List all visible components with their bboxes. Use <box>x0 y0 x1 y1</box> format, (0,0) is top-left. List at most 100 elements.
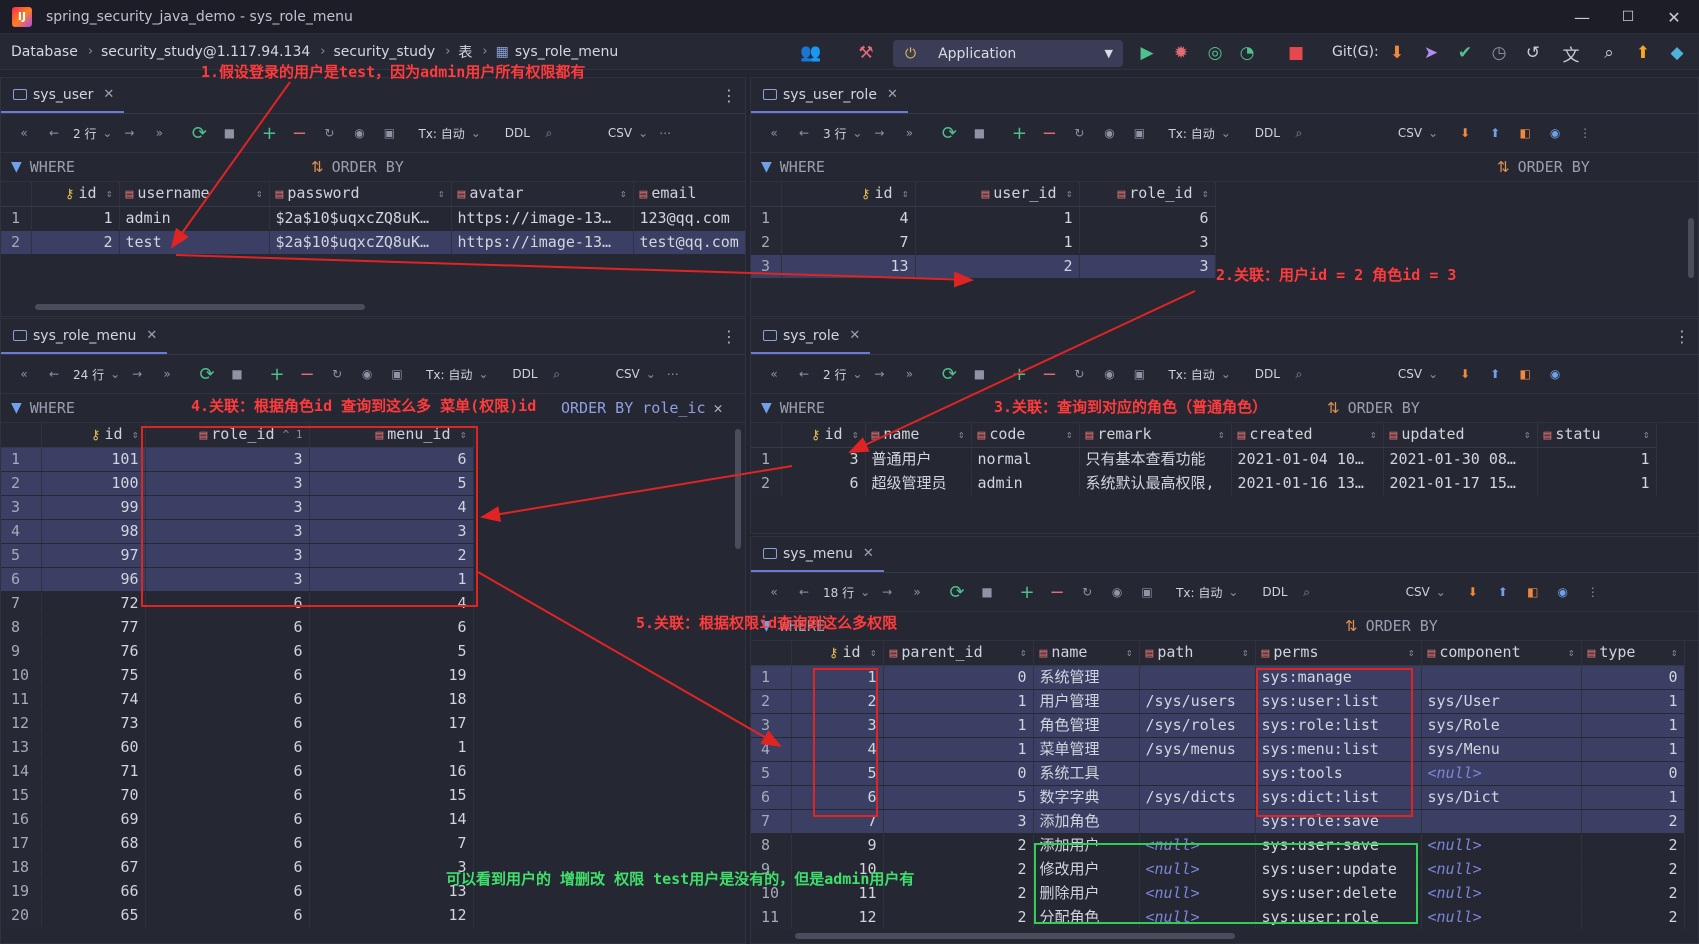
upload-icon[interactable]: ⬆ <box>1480 121 1510 145</box>
cell-component[interactable]: <null> <box>1421 881 1582 906</box>
table-row[interactable]: 10 75 6 19 <box>1 663 474 688</box>
sort-icon[interactable]: ⇕ <box>1671 641 1678 664</box>
revert-icon[interactable]: ↻ <box>314 121 344 145</box>
stop-icon[interactable]: ■ <box>964 121 994 145</box>
close-icon[interactable]: ✕ <box>863 546 874 561</box>
cell-name[interactable]: 系统工具 <box>1033 761 1140 786</box>
delete-row-icon[interactable]: − <box>292 362 322 386</box>
history-icon[interactable]: ◷ <box>1488 42 1510 64</box>
rows-count-select[interactable]: 2 行 <box>819 362 850 386</box>
cell-name[interactable]: 数字字典 <box>1033 785 1140 810</box>
last-page-icon[interactable]: » <box>152 362 182 386</box>
cell-user-id[interactable]: 1 <box>915 206 1080 231</box>
cell-remark[interactable]: 系统默认最高权限, <box>1079 471 1232 496</box>
tab-sys-user-role[interactable]: sys_user_role ✕ <box>751 78 908 113</box>
search-icon[interactable]: ⌕ <box>534 121 564 145</box>
cell-id[interactable]: 97 <box>41 543 146 568</box>
stop-icon[interactable]: ■ <box>214 121 244 145</box>
csv-select[interactable]: CSV <box>1402 580 1434 604</box>
col-header-email[interactable]: ▤ email <box>633 182 745 207</box>
stop-icon[interactable]: ■ <box>1285 42 1307 64</box>
cell-id[interactable]: 9 <box>791 833 884 858</box>
sort-icon[interactable]: ⇕ <box>902 182 909 205</box>
sort-icon[interactable]: ⇕ <box>1066 182 1073 205</box>
cell-parent-id[interactable]: 1 <box>883 689 1034 714</box>
prev-page-icon[interactable]: ← <box>789 121 819 145</box>
col-header-id[interactable]: ⚷ id ⇕ <box>781 423 866 448</box>
tx-mode-select[interactable]: Tx: 自动 <box>1164 362 1218 386</box>
cell-name[interactable]: 角色管理 <box>1033 713 1140 738</box>
cell-name[interactable]: 用户管理 <box>1033 689 1140 714</box>
refresh-icon[interactable]: ⟳ <box>192 362 222 386</box>
where-input[interactable]: WHERE <box>780 158 825 176</box>
add-row-icon[interactable]: + <box>1004 362 1034 386</box>
close-icon[interactable]: ✕ <box>849 328 860 343</box>
cell-id[interactable]: 12 <box>791 905 884 930</box>
col-header-statu[interactable]: ▤ statu ⇕ <box>1537 423 1657 448</box>
view-icon[interactable]: ◉ <box>352 362 382 386</box>
order-by-input[interactable]: ORDER BY <box>1366 617 1438 635</box>
ddl-button[interactable]: DDL <box>1251 121 1284 145</box>
cell-id[interactable]: 96 <box>41 567 146 592</box>
hammer-icon[interactable]: ⚒ <box>855 42 877 64</box>
cell-name[interactable]: 普通用户 <box>865 447 972 472</box>
cell-parent-id[interactable]: 2 <box>883 833 1034 858</box>
table-row[interactable]: 20 65 6 12 <box>1 903 474 928</box>
cell-type[interactable]: 1 <box>1581 737 1685 762</box>
cell-password[interactable]: $2a$10$uqxcZQ8uK… <box>269 206 452 231</box>
sort-icon[interactable]: ⇕ <box>1066 423 1073 446</box>
sort-icon[interactable]: ⇕ <box>256 182 263 205</box>
debug-icon[interactable]: ✹ <box>1170 42 1192 64</box>
plugin-icon[interactable]: ◆ <box>1666 42 1688 64</box>
table-row[interactable]: 11 74 6 18 <box>1 687 474 712</box>
more-options-icon[interactable]: ⋮ <box>721 327 737 346</box>
cell-id[interactable]: 75 <box>41 663 146 688</box>
compare-icon[interactable]: ◧ <box>1518 580 1548 604</box>
cell-menu-id[interactable]: 5 <box>309 639 474 664</box>
sort-icon[interactable]: ⇕ <box>1370 423 1377 446</box>
order-by-input[interactable]: ORDER BY <box>1518 158 1590 176</box>
rows-count-select[interactable]: 18 行 <box>819 580 858 604</box>
cell-password[interactable]: $2a$10$uqxcZQ8uK… <box>269 230 452 255</box>
first-page-icon[interactable]: « <box>759 121 789 145</box>
cell-menu-id[interactable]: 19 <box>309 663 474 688</box>
rows-count-select[interactable]: 3 行 <box>819 121 850 145</box>
cell-type[interactable]: 2 <box>1581 857 1685 882</box>
cell-path[interactable]: /sys/roles <box>1139 713 1256 738</box>
cell-component[interactable] <box>1421 809 1582 834</box>
cell-menu-id[interactable]: 12 <box>309 903 474 928</box>
stop-icon[interactable]: ■ <box>222 362 252 386</box>
revert-icon[interactable]: ↻ <box>1064 121 1094 145</box>
view-icon[interactable]: ◉ <box>1094 121 1124 145</box>
sort-icon[interactable]: ⇕ <box>1568 641 1575 664</box>
csv-select[interactable]: CSV <box>1394 121 1426 145</box>
cell-code[interactable]: admin <box>971 471 1080 496</box>
sort-icon[interactable]: ⇕ <box>870 641 877 664</box>
cell-role-id[interactable]: 3 <box>1079 254 1216 279</box>
download-icon[interactable]: ⬇ <box>1450 121 1480 145</box>
cell-component[interactable]: sys/User <box>1421 689 1582 714</box>
table-row[interactable]: 3 13 2 3 <box>751 254 1216 279</box>
cell-id[interactable]: 72 <box>41 591 146 616</box>
cell-type[interactable]: 1 <box>1581 785 1685 810</box>
col-header-role-id[interactable]: ▤ role_id ⇕ <box>1079 182 1216 207</box>
table-row[interactable]: 8 77 6 6 <box>1 615 474 640</box>
cell-id[interactable]: 101 <box>41 447 146 472</box>
col-header-type[interactable]: ▤ type ⇕ <box>1581 641 1685 666</box>
cell-id[interactable]: 71 <box>41 759 146 784</box>
cell-path[interactable]: /sys/dicts <box>1139 785 1256 810</box>
cell-menu-id[interactable]: 18 <box>309 687 474 712</box>
users-icon[interactable]: 👥 <box>800 42 822 64</box>
view-icon[interactable]: ◉ <box>1094 362 1124 386</box>
where-input[interactable]: WHERE <box>30 158 75 176</box>
cell-type[interactable]: 2 <box>1581 833 1685 858</box>
table-row[interactable]: 15 70 6 15 <box>1 783 474 808</box>
cell-email[interactable]: test@qq.com <box>633 230 745 255</box>
cell-role-id[interactable]: 6 <box>145 855 310 880</box>
add-row-icon[interactable]: + <box>254 121 284 145</box>
table-row[interactable]: 2 2 1 用户管理/sys/users sys:user:list sys/User 1 <box>751 689 1685 714</box>
tx-mode-select[interactable]: Tx: 自动 <box>1164 121 1218 145</box>
ddl-button[interactable]: DDL <box>1251 362 1284 386</box>
sort-icon[interactable]: ⇕ <box>1202 182 1209 205</box>
first-page-icon[interactable]: « <box>9 362 39 386</box>
